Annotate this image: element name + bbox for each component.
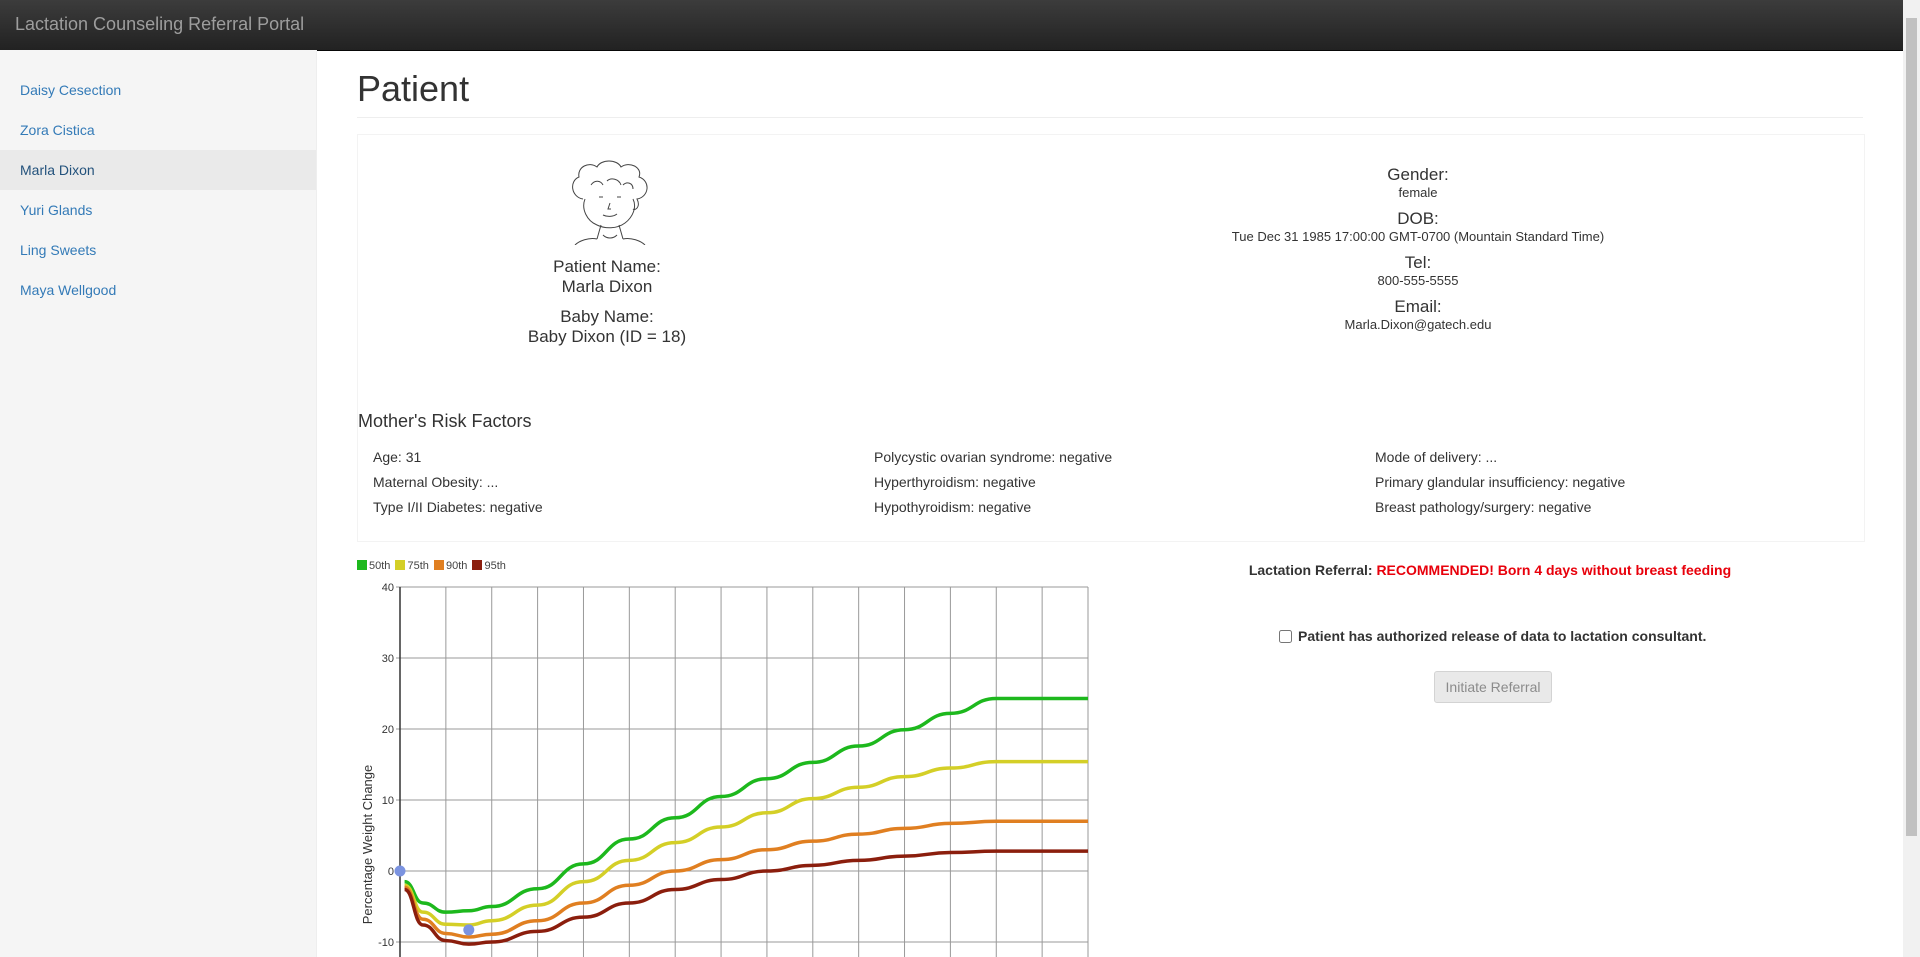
y-tick-label: 10 xyxy=(382,795,394,807)
risk-column-1: Age: 31 Maternal Obesity: ... Type I/II … xyxy=(373,448,543,523)
referral-status: Lactation Referral: RECOMMENDED! Born 4 … xyxy=(1000,562,1920,578)
authorization-checkbox[interactable] xyxy=(1279,630,1292,643)
dob-value: Tue Dec 31 1985 17:00:00 GMT-0700 (Mount… xyxy=(1231,229,1605,244)
legend-item-90th: 90th xyxy=(433,560,467,572)
legend-item-75th: 75th xyxy=(395,560,429,572)
avatar-icon xyxy=(572,160,648,246)
email-label: Email: xyxy=(1394,297,1442,316)
y-tick-label: 40 xyxy=(382,582,394,594)
risk-item: Polycystic ovarian syndrome: negative xyxy=(874,449,1113,465)
authorization-text: Patient has authorized release of data t… xyxy=(1298,628,1707,644)
risk-item: Type I/II Diabetes: negative xyxy=(373,499,543,515)
legend-item-95th: 95th xyxy=(472,560,506,572)
legend-swatch xyxy=(433,560,444,570)
risk-item: Maternal Obesity: ... xyxy=(373,474,499,490)
email-value: Marla.Dixon@gatech.edu xyxy=(1344,317,1492,332)
referral-label: Lactation Referral: xyxy=(1248,562,1373,578)
avatar xyxy=(561,159,657,246)
patient-name-label: Patient Name: xyxy=(553,257,661,276)
risk-item: Hyperthyroidism: negative xyxy=(874,474,1036,490)
sidebar-item-zora-cistica[interactable]: Zora Cistica xyxy=(0,110,316,150)
authorization-checkbox-label[interactable]: Patient has authorized release of data t… xyxy=(1279,628,1706,644)
dob-label: DOB: xyxy=(1397,209,1439,228)
tel-value: 800-555-5555 xyxy=(1377,273,1459,288)
risk-item: Hypothyroidism: negative xyxy=(874,499,1032,515)
sidebar-item-marla-dixon[interactable]: Marla Dixon xyxy=(0,150,316,190)
risk-item: Age: 31 xyxy=(373,449,422,465)
gender-value: female xyxy=(1398,185,1438,200)
risk-item: Primary glandular insufficiency: negativ… xyxy=(1375,474,1626,490)
weight-change-chart: 40 30 20 10 0 -10 Percentage Weight Change xyxy=(360,582,1089,957)
initiate-referral-button[interactable]: Initiate Referral xyxy=(1434,671,1552,703)
y-tick-label: -10 xyxy=(378,937,394,949)
sidebar: Daisy Cesection Zora Cistica Marla Dixon… xyxy=(0,50,317,957)
sidebar-item-daisy-cesection[interactable]: Daisy Cesection xyxy=(0,70,316,110)
legend-item-50th: 50th xyxy=(357,560,390,572)
gender-label: Gender: xyxy=(1387,165,1449,184)
legend-swatch xyxy=(395,560,406,570)
y-tick-label: 30 xyxy=(382,653,394,665)
baby-name-label: Baby Name: xyxy=(560,307,654,326)
risk-factors-title: Mother's Risk Factors xyxy=(358,411,532,431)
risk-item: Mode of delivery: ... xyxy=(1375,449,1498,465)
tel-label: Tel: xyxy=(1404,253,1432,272)
baby-name: Baby Dixon (ID = 18) xyxy=(527,327,687,346)
app-title[interactable]: Lactation Counseling Referral Portal xyxy=(15,14,304,35)
y-tick-label: 20 xyxy=(382,724,394,736)
series-line-90th xyxy=(403,819,1088,939)
divider xyxy=(357,117,1863,118)
chart-legend: 50th 75th 90th 95th xyxy=(357,560,508,572)
data-point xyxy=(463,924,475,936)
referral-recommendation: RECOMMENDED! Born 4 days without breast … xyxy=(1376,562,1732,578)
top-navbar: Lactation Counseling Referral Portal xyxy=(0,0,1920,51)
page-scrollbar-thumb[interactable] xyxy=(1906,18,1917,836)
page-title: Patient xyxy=(357,68,470,109)
sidebar-item-ling-sweets[interactable]: Ling Sweets xyxy=(0,230,316,270)
sidebar-item-yuri-glands[interactable]: Yuri Glands xyxy=(0,190,316,230)
legend-swatch xyxy=(472,560,483,570)
data-point xyxy=(394,865,406,877)
patient-name: Marla Dixon xyxy=(561,277,653,296)
sidebar-item-maya-wellgood[interactable]: Maya Wellgood xyxy=(0,270,316,310)
risk-column-2: Polycystic ovarian syndrome: negative Hy… xyxy=(874,448,1112,523)
series-line-50th xyxy=(404,696,1088,914)
patient-panel: Patient Name: Marla Dixon Baby Name: Bab… xyxy=(357,134,1865,542)
risk-column-3: Mode of delivery: ... Primary glandular … xyxy=(1375,448,1625,523)
y-axis-label: Percentage Weight Change xyxy=(360,765,375,924)
legend-swatch xyxy=(357,560,367,570)
y-tick-label: 0 xyxy=(388,866,394,878)
risk-item: Breast pathology/surgery: negative xyxy=(1375,499,1592,515)
